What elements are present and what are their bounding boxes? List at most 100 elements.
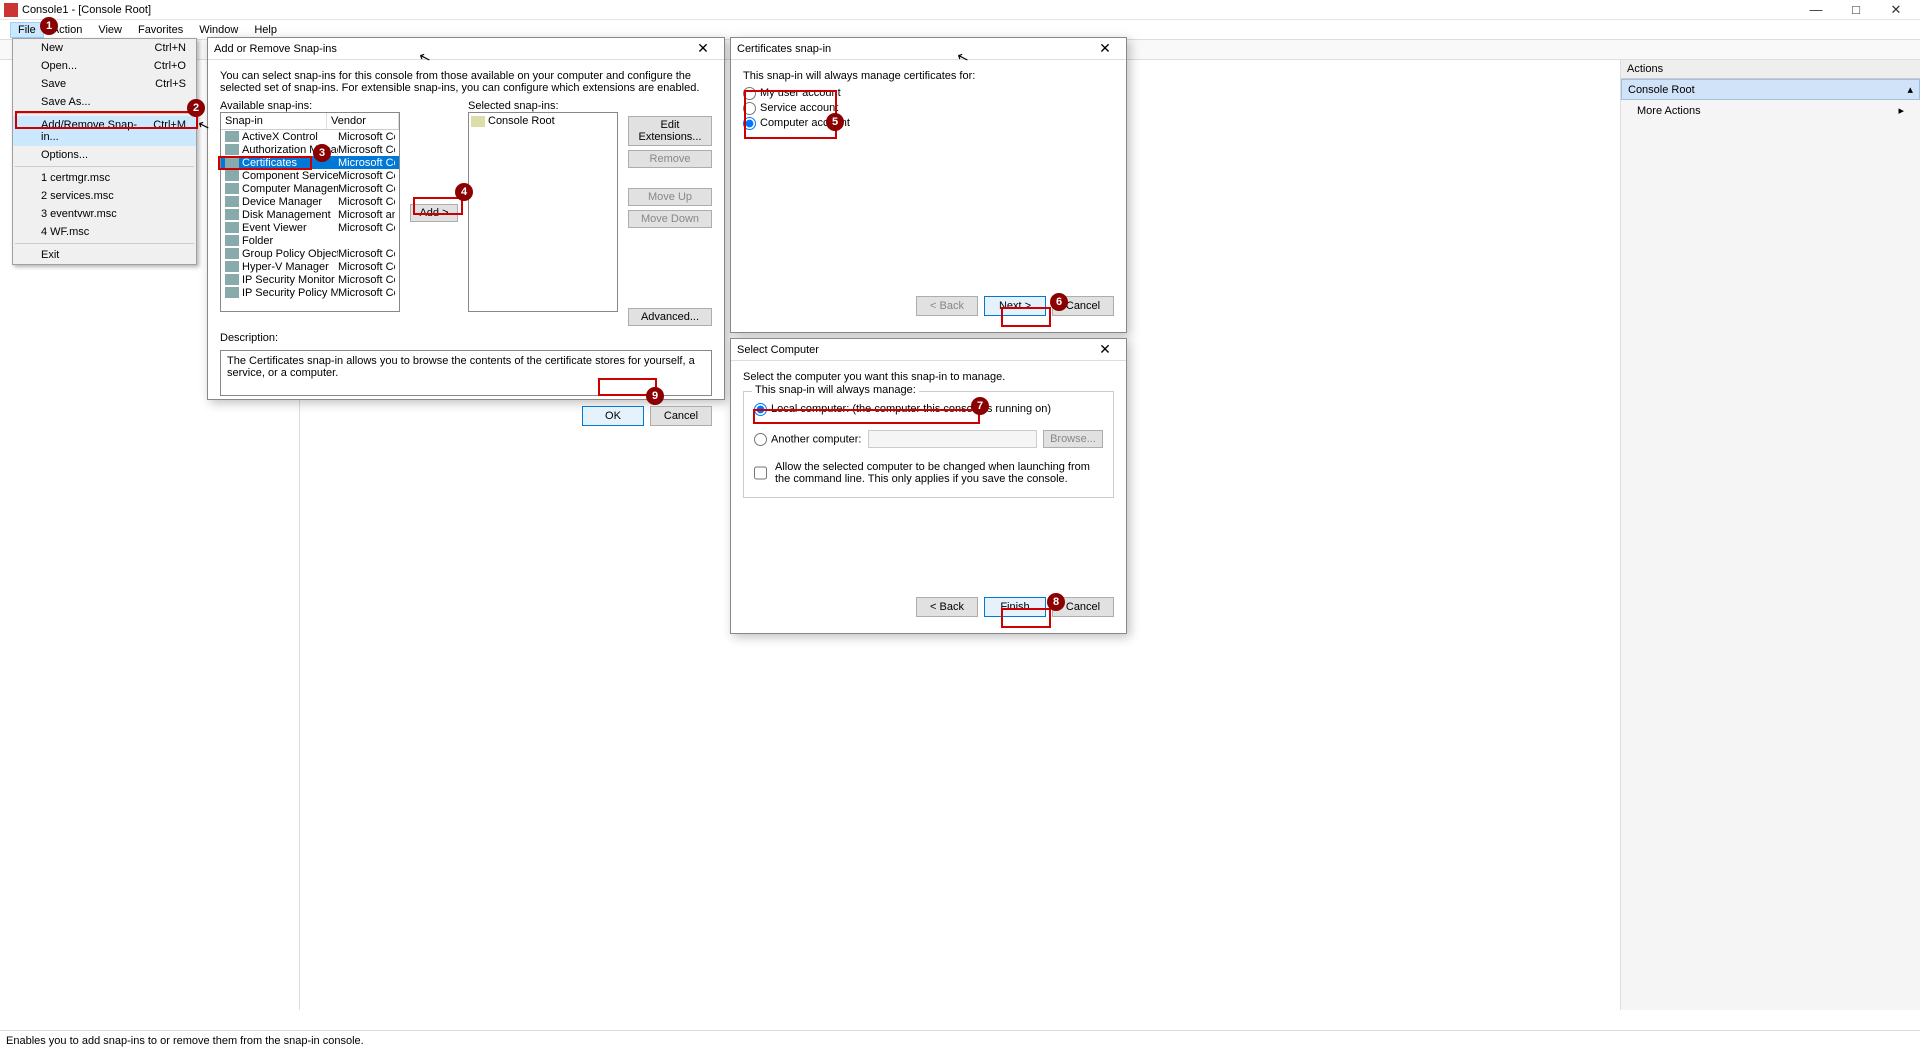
actions-more[interactable]: More Actions ▸ <box>1621 100 1920 121</box>
menu-addremove-snapin[interactable]: Add/Remove Snap-in...Ctrl+M <box>13 116 196 146</box>
snapin-icon <box>225 287 239 298</box>
snapin-row[interactable]: CertificatesMicrosoft Cor... <box>221 156 399 169</box>
another-computer-input[interactable] <box>868 430 1038 448</box>
menu-file[interactable]: File <box>10 22 44 38</box>
close-icon[interactable]: ✕ <box>1090 341 1120 358</box>
snapin-icon <box>225 183 239 194</box>
available-label: Available snap-ins: <box>220 100 400 112</box>
snapin-icon <box>225 196 239 207</box>
callout-3: 3 <box>313 144 331 162</box>
snapin-icon <box>225 131 239 142</box>
movedown-button[interactable]: Move Down <box>628 210 712 228</box>
snapin-row[interactable]: Device ManagerMicrosoft Cor... <box>221 195 399 208</box>
dialog-title: Certificates snap-in <box>737 43 1090 55</box>
titlebar: Console1 - [Console Root] — □ ✕ <box>0 0 1920 20</box>
chevron-right-icon: ▸ <box>1898 104 1904 117</box>
callout-6: 6 <box>1050 293 1068 311</box>
edit-extensions-button[interactable]: Edit Extensions... <box>628 116 712 146</box>
maximize-button[interactable]: □ <box>1836 0 1876 20</box>
menu-saveas[interactable]: Save As... <box>13 93 196 111</box>
window-title: Console1 - [Console Root] <box>22 4 1796 16</box>
manage-groupbox: This snap-in will always manage: Local c… <box>743 391 1114 498</box>
col-vendor[interactable]: Vendor <box>327 113 399 129</box>
collapse-icon[interactable]: ▴ <box>1907 83 1913 96</box>
radio-another-computer[interactable]: Another computer: <box>754 433 862 446</box>
browse-button[interactable]: Browse... <box>1043 430 1103 448</box>
snapin-icon <box>225 261 239 272</box>
menu-recent-2[interactable]: 2 services.msc <box>13 187 196 205</box>
description-box: The Certificates snap-in allows you to b… <box>220 350 712 396</box>
snapin-row[interactable]: Disk ManagementMicrosoft and... <box>221 208 399 221</box>
selected-snapins-tree[interactable]: Console Root <box>468 112 618 312</box>
allow-change-label: Allow the selected computer to be change… <box>775 461 1103 485</box>
back-button[interactable]: < Back <box>916 597 978 617</box>
minimize-button[interactable]: — <box>1796 0 1836 20</box>
ok-button[interactable]: OK <box>582 406 644 426</box>
dialog-title: Select Computer <box>737 344 1090 356</box>
add-button[interactable]: Add > <box>410 204 458 222</box>
snapin-row[interactable]: IP Security MonitorMicrosoft Cor... <box>221 273 399 286</box>
console-root-node[interactable]: Console Root <box>471 115 615 127</box>
snapin-icon <box>225 157 239 168</box>
snapin-icon <box>225 248 239 259</box>
snapin-icon <box>225 235 239 246</box>
snapin-icon <box>225 170 239 181</box>
dialog-addremove-snapins: Add or Remove Snap-ins ✕ You can select … <box>207 37 725 400</box>
snapin-row[interactable]: ActiveX ControlMicrosoft Cor... <box>221 130 399 143</box>
folder-icon <box>471 116 485 127</box>
intro-text: Select the computer you want this snap-i… <box>743 371 1114 383</box>
snapin-row[interactable]: Authorization ManagerMicrosoft Cor... <box>221 143 399 156</box>
radio-local-computer[interactable]: Local computer: (the computer this conso… <box>754 403 1051 415</box>
callout-5: 5 <box>826 113 844 131</box>
menu-recent-3[interactable]: 3 eventvwr.msc <box>13 205 196 223</box>
actions-pane: Actions Console Root ▴ More Actions ▸ <box>1620 60 1920 1010</box>
snapin-row[interactable]: Component ServicesMicrosoft Cor... <box>221 169 399 182</box>
menu-save[interactable]: SaveCtrl+S <box>13 75 196 93</box>
file-menu-dropdown: NewCtrl+N Open...Ctrl+O SaveCtrl+S Save … <box>12 38 197 265</box>
callout-9: 9 <box>646 387 664 405</box>
snapin-row[interactable]: Event ViewerMicrosoft Cor... <box>221 221 399 234</box>
finish-button[interactable]: Finish <box>984 597 1046 617</box>
status-text: Enables you to add snap-ins to or remove… <box>6 1035 364 1047</box>
radio-service[interactable]: Service account <box>743 102 838 114</box>
close-icon[interactable]: ✕ <box>1090 40 1120 57</box>
close-icon[interactable]: ✕ <box>688 40 718 57</box>
close-button[interactable]: ✕ <box>1876 0 1916 20</box>
actions-section[interactable]: Console Root ▴ <box>1621 79 1920 100</box>
menu-recent-1[interactable]: 1 certmgr.msc <box>13 169 196 187</box>
advanced-button[interactable]: Advanced... <box>628 308 712 326</box>
col-snapin[interactable]: Snap-in <box>221 113 327 129</box>
snapin-row[interactable]: Group Policy Object ...Microsoft Cor... <box>221 247 399 260</box>
callout-4: 4 <box>455 183 473 201</box>
menu-options[interactable]: Options... <box>13 146 196 164</box>
snapin-row[interactable]: Computer Managem...Microsoft Cor... <box>221 182 399 195</box>
groupbox-label: This snap-in will always manage: <box>752 384 919 396</box>
callout-7: 7 <box>971 397 989 415</box>
actions-header: Actions <box>1621 60 1920 79</box>
snapin-row[interactable]: Hyper-V ManagerMicrosoft Cor... <box>221 260 399 273</box>
callout-8: 8 <box>1047 593 1065 611</box>
intro-text: This snap-in will always manage certific… <box>743 70 1114 82</box>
selected-label: Selected snap-ins: <box>468 100 618 112</box>
dialog-title: Add or Remove Snap-ins <box>214 43 688 55</box>
available-snapins-list[interactable]: Snap-in Vendor ActiveX ControlMicrosoft … <box>220 112 400 312</box>
snapin-row[interactable]: Folder <box>221 234 399 247</box>
menu-view[interactable]: View <box>90 22 130 38</box>
allow-change-checkbox[interactable] <box>754 461 767 485</box>
menu-recent-4[interactable]: 4 WF.msc <box>13 223 196 241</box>
callout-2: 2 <box>187 99 205 117</box>
dialog-certificates-snapin: Certificates snap-in ✕ This snap-in will… <box>730 37 1127 333</box>
moveup-button[interactable]: Move Up <box>628 188 712 206</box>
snapin-row[interactable]: IP Security Policy M...Microsoft Cor... <box>221 286 399 299</box>
actions-section-label: Console Root <box>1628 84 1695 96</box>
menu-favorites[interactable]: Favorites <box>130 22 191 38</box>
radio-my-user[interactable]: My user account <box>743 87 841 99</box>
menu-exit[interactable]: Exit <box>13 246 196 264</box>
cancel-button[interactable]: Cancel <box>650 406 712 426</box>
menu-help[interactable]: Help <box>246 22 285 38</box>
remove-button[interactable]: Remove <box>628 150 712 168</box>
app-icon <box>4 3 18 17</box>
menu-window[interactable]: Window <box>191 22 246 38</box>
menu-open[interactable]: Open...Ctrl+O <box>13 57 196 75</box>
menu-new[interactable]: NewCtrl+N <box>13 39 196 57</box>
